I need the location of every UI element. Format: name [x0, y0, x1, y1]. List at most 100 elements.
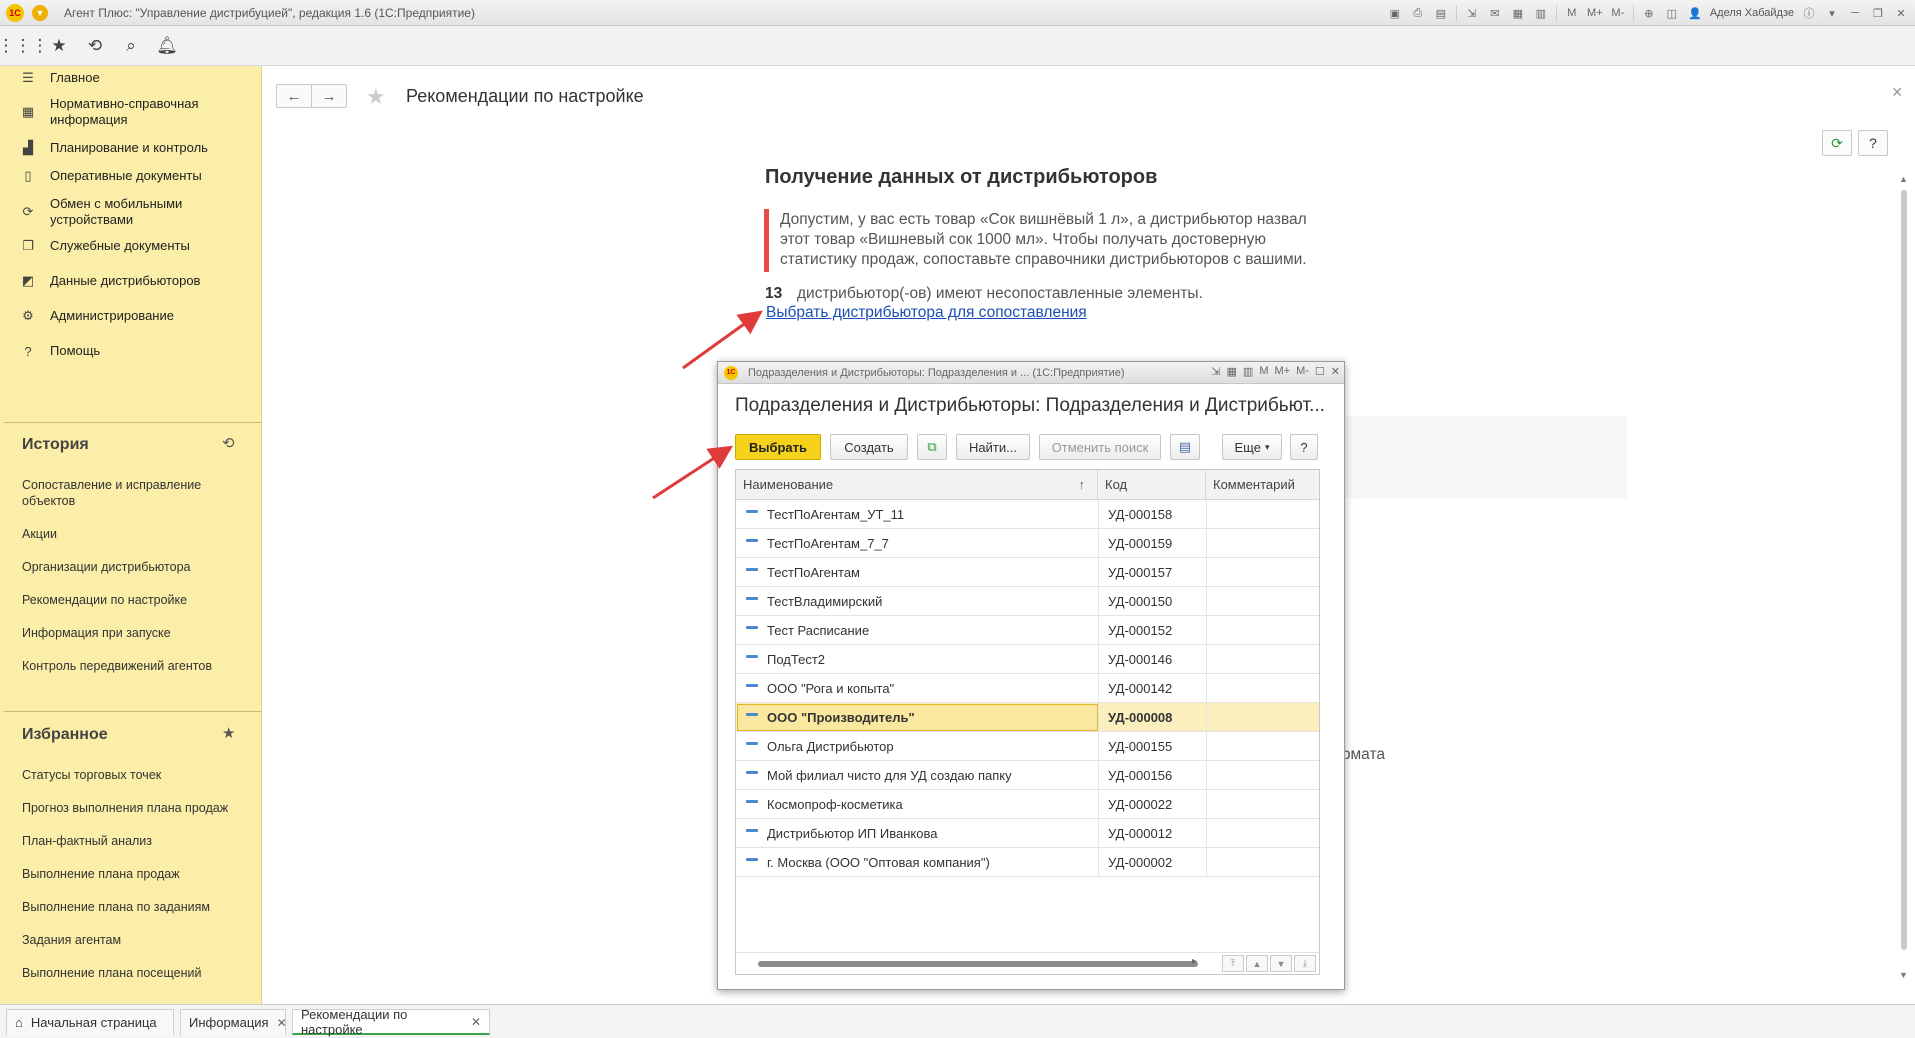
sidebar-item-main[interactable]: ☰ Главное	[0, 66, 262, 90]
favorite-link[interactable]: Статусы торговых точек	[22, 767, 242, 783]
calendar-icon[interactable]: ▥	[1243, 365, 1253, 378]
sidebar-item-planning[interactable]: ▟ Планирование и контроль	[0, 136, 262, 160]
save-icon[interactable]: ▣	[1387, 5, 1403, 21]
cancel-search-button[interactable]: Отменить поиск	[1039, 434, 1161, 460]
search-icon[interactable]: ⌕	[120, 35, 142, 57]
history-link[interactable]: Организации дистрибьютора	[22, 559, 242, 575]
spreadsheet-icon[interactable]: ▦	[1510, 5, 1526, 21]
column-header-comment[interactable]: Комментарий	[1206, 470, 1319, 500]
list-settings-button[interactable]: ▤	[1170, 434, 1200, 460]
back-button[interactable]: ←	[276, 84, 312, 108]
chevron-down-icon[interactable]: ▾	[1824, 5, 1840, 21]
vertical-scrollbar[interactable]: ▲ ▼	[1897, 174, 1911, 980]
add-favorite-star-icon[interactable]: ★	[366, 84, 386, 110]
sidebar-item-operational-docs[interactable]: ▯ Оперативные документы	[0, 164, 262, 188]
close-tab-icon[interactable]: ✕	[277, 1016, 287, 1030]
table-row[interactable]: ООО "Производитель" УД-000008	[736, 703, 1319, 732]
minimize-icon[interactable]: ─	[1847, 5, 1863, 21]
help-button[interactable]: ?	[1858, 130, 1888, 156]
forward-button[interactable]: →	[311, 84, 347, 108]
horizontal-scrollbar[interactable]: ▸ ⤒ ▲ ▼ ⤓	[736, 952, 1319, 974]
close-page-icon[interactable]: ✕	[1891, 84, 1903, 101]
scroll-thumb[interactable]	[1901, 190, 1907, 950]
page-up-icon[interactable]: ▲	[1246, 955, 1268, 972]
dialog-help-button[interactable]: ?	[1290, 434, 1318, 460]
print-icon[interactable]: ⎙	[1410, 5, 1426, 21]
scroll-right-icon[interactable]: ▸	[1192, 956, 1197, 967]
apps-grid-icon[interactable]: ⋮⋮⋮	[0, 35, 49, 57]
table-row[interactable]: г. Москва (ООО "Оптовая компания") УД-000…	[736, 848, 1319, 877]
table-row[interactable]: Мой филиал чисто для УД создаю папку УД-0…	[736, 761, 1319, 790]
select-button[interactable]: Выбрать	[735, 434, 821, 460]
favorite-link[interactable]: Выполнение плана по заданиям	[22, 899, 242, 915]
star-icon[interactable]: ★	[222, 724, 235, 742]
memory-plus-icon[interactable]: M+	[1587, 5, 1603, 21]
history-link[interactable]: Контроль передвижений агентов	[22, 658, 242, 674]
history-link[interactable]: Сопоставление и исправление объектов	[22, 477, 242, 509]
zoom-icon[interactable]: ⊕	[1641, 5, 1657, 21]
copy-button[interactable]: ⧉	[917, 434, 947, 460]
close-icon[interactable]: ✕	[1893, 5, 1909, 21]
main-menu-button[interactable]: ▼	[32, 4, 48, 21]
favorite-link[interactable]: Выполнение плана продаж	[22, 866, 242, 882]
table-row[interactable]: ТестПоАгентам_7_7 УД-000159	[736, 529, 1319, 558]
create-button[interactable]: Создать	[830, 434, 908, 460]
table-row[interactable]: ТестПоАгентам_УТ_11 УД-000158	[736, 500, 1319, 529]
calendar-icon[interactable]: ▥	[1533, 5, 1549, 21]
refresh-button[interactable]: ⟳	[1822, 130, 1852, 156]
choose-distributor-link[interactable]: Выбрать дистрибьютора для сопоставления	[766, 304, 1087, 322]
table-row[interactable]: Ольга Дистрибьютор УД-000155	[736, 732, 1319, 761]
memory-m-icon[interactable]: M	[1259, 365, 1268, 378]
more-button[interactable]: Еще ▾	[1222, 434, 1282, 460]
column-header-code[interactable]: Код	[1098, 470, 1206, 500]
last-page-icon[interactable]: ⤓	[1294, 955, 1316, 972]
history-icon[interactable]: ⟲	[222, 434, 235, 452]
maximize-icon[interactable]: ☐	[1315, 365, 1325, 378]
page-down-icon[interactable]: ▼	[1270, 955, 1292, 972]
table-row[interactable]: ТестПоАгентам УД-000157	[736, 558, 1319, 587]
column-header-name[interactable]: Наименование ↑	[736, 470, 1098, 500]
sidebar-item-mobile-exchange[interactable]: ⟳ Обмен с мобильными устройствами	[0, 194, 262, 230]
table-row[interactable]: Космопроф-косметика УД-000022	[736, 790, 1319, 819]
memory-minus-icon[interactable]: M-	[1610, 5, 1626, 21]
sidebar-item-service-docs[interactable]: ❐ Служебные документы	[0, 234, 262, 258]
favorites-star-icon[interactable]: ★	[48, 35, 70, 57]
scroll-up-icon[interactable]: ▲	[1899, 174, 1908, 184]
tab-recommendations[interactable]: Рекомендации по настройке ✕	[292, 1007, 490, 1037]
sidebar-item-help[interactable]: ? Помощь	[0, 339, 262, 363]
table-row[interactable]: ТестВладимирский УД-000150	[736, 587, 1319, 616]
sidebar-item-admin[interactable]: ⚙ Администрирование	[0, 304, 262, 328]
scroll-down-icon[interactable]: ▼	[1899, 970, 1908, 980]
memory-plus-icon[interactable]: M+	[1274, 365, 1290, 378]
preview-icon[interactable]: ▤	[1433, 5, 1449, 21]
first-page-icon[interactable]: ⤒	[1222, 955, 1244, 972]
link-icon[interactable]: ⇲	[1464, 5, 1480, 21]
close-tab-icon[interactable]: ✕	[471, 1015, 481, 1029]
link-icon[interactable]: ⇲	[1211, 365, 1220, 378]
favorite-link[interactable]: План-фактный анализ	[22, 833, 242, 849]
spreadsheet-icon[interactable]: ▦	[1227, 365, 1237, 378]
bell-icon[interactable]: 🔔︎	[156, 35, 178, 57]
mail-icon[interactable]: ✉	[1487, 5, 1503, 21]
tab-home[interactable]: ⌂ Начальная страница	[6, 1009, 174, 1035]
history-link[interactable]: Информация при запуске	[22, 625, 242, 641]
scroll-thumb[interactable]	[758, 961, 1198, 967]
table-row[interactable]: ПодТест2 УД-000146	[736, 645, 1319, 674]
panels-icon[interactable]: ◫	[1664, 5, 1680, 21]
history-icon[interactable]: ⟲	[84, 35, 106, 57]
table-row[interactable]: ООО "Рога и копыта" УД-000142	[736, 674, 1319, 703]
sidebar-item-reference[interactable]: ▦ Нормативно-справочная информация	[0, 94, 262, 130]
table-row[interactable]: Дистрибьютор ИП Иванкова УД-000012	[736, 819, 1319, 848]
user-name[interactable]: Аделя Хабайдзе	[1710, 7, 1794, 19]
memory-minus-icon[interactable]: M-	[1296, 365, 1309, 378]
info-icon[interactable]: ⓘ	[1801, 5, 1817, 21]
restore-icon[interactable]: ❐	[1870, 5, 1886, 21]
favorite-link[interactable]: Выполнение плана посещений	[22, 965, 242, 981]
memory-m-icon[interactable]: M	[1564, 5, 1580, 21]
history-link[interactable]: Акции	[22, 526, 242, 542]
history-link[interactable]: Рекомендации по настройке	[22, 592, 242, 608]
close-icon[interactable]: ✕	[1331, 365, 1340, 378]
sidebar-item-distributor-data[interactable]: ◩ Данные дистрибьюторов	[0, 269, 262, 293]
find-button[interactable]: Найти...	[956, 434, 1030, 460]
favorite-link[interactable]: Прогноз выполнения плана продаж	[22, 800, 242, 816]
